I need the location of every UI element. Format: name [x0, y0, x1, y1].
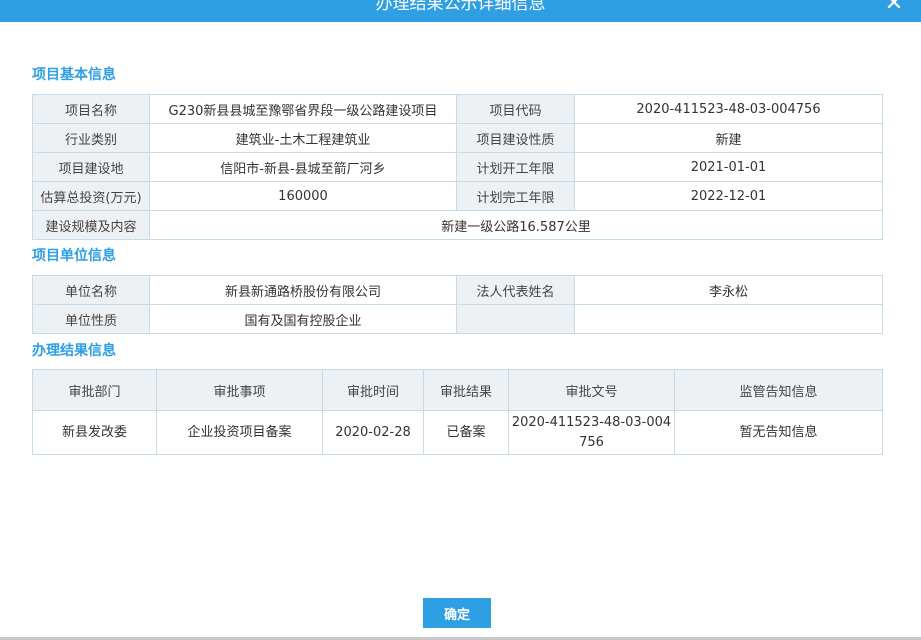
field-label: [456, 304, 575, 334]
section-title-basic: 项目基本信息: [32, 67, 116, 83]
field-value: 李永松: [574, 275, 883, 305]
basic-info-table: 项目名称 G230新县县城至豫鄂省界段一级公路建设项目 项目代码 2020-41152…: [32, 94, 883, 240]
dialog-title: 办理结果公示详细信息: [375, 0, 546, 14]
column-header: 审批部门: [32, 369, 157, 411]
column-header: 监管告知信息: [674, 369, 883, 411]
close-icon[interactable]: ✕: [883, 0, 905, 15]
field-value: 信阳市-新县-县城至箭厂河乡: [149, 152, 457, 182]
basic-info-row: 估算总投资(万元) 160000 计划完工年限 2022-12-01: [32, 181, 883, 211]
field-value: 新建: [574, 123, 883, 153]
field-value: 建筑业-土木工程建筑业: [149, 123, 457, 153]
field-value: [574, 304, 883, 334]
basic-info-row: 项目名称 G230新县县城至豫鄂省界段一级公路建设项目 项目代码 2020-41152…: [32, 94, 883, 124]
field-value: 2022-12-01: [574, 181, 883, 211]
table-cell: 已备案: [423, 410, 509, 455]
field-label: 项目建设性质: [456, 123, 575, 153]
column-header: 审批文号: [508, 369, 675, 411]
basic-info-row: 建设规模及内容 新建一级公路16.587公里: [32, 210, 883, 240]
basic-info-row: 项目建设地 信阳市-新县-县城至箭厂河乡 计划开工年限 2021-01-01: [32, 152, 883, 182]
field-value: 新建一级公路16.587公里: [149, 210, 883, 240]
column-header: 审批事项: [156, 369, 323, 411]
field-label: 项目名称: [32, 94, 150, 124]
field-value: 2020-411523-48-03-004756: [574, 94, 883, 124]
field-label: 建设规模及内容: [32, 210, 150, 240]
confirm-button[interactable]: 确定: [423, 598, 491, 628]
result-header-row: 审批部门 审批事项 审批时间 审批结果 审批文号 监管告知信息: [32, 369, 883, 411]
table-cell: 2020-411523-48-03-004756: [508, 410, 675, 455]
section-title-result: 办理结果信息: [32, 343, 116, 359]
table-cell: 暂无告知信息: [674, 410, 883, 455]
unit-info-table: 单位名称 新县新通路桥股份有限公司 法人代表姓名 李永松 单位性质 国有及国有控股企业: [32, 275, 883, 334]
result-detail-dialog: 办理结果公示详细信息 ✕ 项目基本信息 项目名称 G230新县县城至豫鄂省界段一级…: [0, 0, 921, 640]
field-label: 估算总投资(万元): [32, 181, 150, 211]
dialog-titlebar: 办理结果公示详细信息 ✕: [0, 0, 921, 22]
table-cell: 新县发改委: [32, 410, 157, 455]
table-row: 新县发改委 企业投资项目备案 2020-02-28 已备案 2020-411523-48…: [32, 410, 883, 455]
field-label: 单位名称: [32, 275, 150, 305]
table-cell: 企业投资项目备案: [156, 410, 323, 455]
field-label: 单位性质: [32, 304, 150, 334]
field-label: 法人代表姓名: [456, 275, 575, 305]
field-label: 行业类别: [32, 123, 150, 153]
field-label: 项目建设地: [32, 152, 150, 182]
field-value: G230新县县城至豫鄂省界段一级公路建设项目: [149, 94, 457, 124]
field-label: 项目代码: [456, 94, 575, 124]
unit-info-row: 单位性质 国有及国有控股企业: [32, 304, 883, 334]
table-cell: 2020-02-28: [322, 410, 424, 455]
field-value: 160000: [149, 181, 457, 211]
column-header: 审批结果: [423, 369, 509, 411]
field-value: 新县新通路桥股份有限公司: [149, 275, 457, 305]
basic-info-row: 行业类别 建筑业-土木工程建筑业 项目建设性质 新建: [32, 123, 883, 153]
field-label: 计划完工年限: [456, 181, 575, 211]
field-value: 国有及国有控股企业: [149, 304, 457, 334]
column-header: 审批时间: [322, 369, 424, 411]
unit-info-row: 单位名称 新县新通路桥股份有限公司 法人代表姓名 李永松: [32, 275, 883, 305]
field-label: 计划开工年限: [456, 152, 575, 182]
field-value: 2021-01-01: [574, 152, 883, 182]
result-info-table: 审批部门 审批事项 审批时间 审批结果 审批文号 监管告知信息 新县发改委 企业投资项目备案…: [32, 369, 883, 455]
section-title-unit: 项目单位信息: [32, 248, 116, 264]
